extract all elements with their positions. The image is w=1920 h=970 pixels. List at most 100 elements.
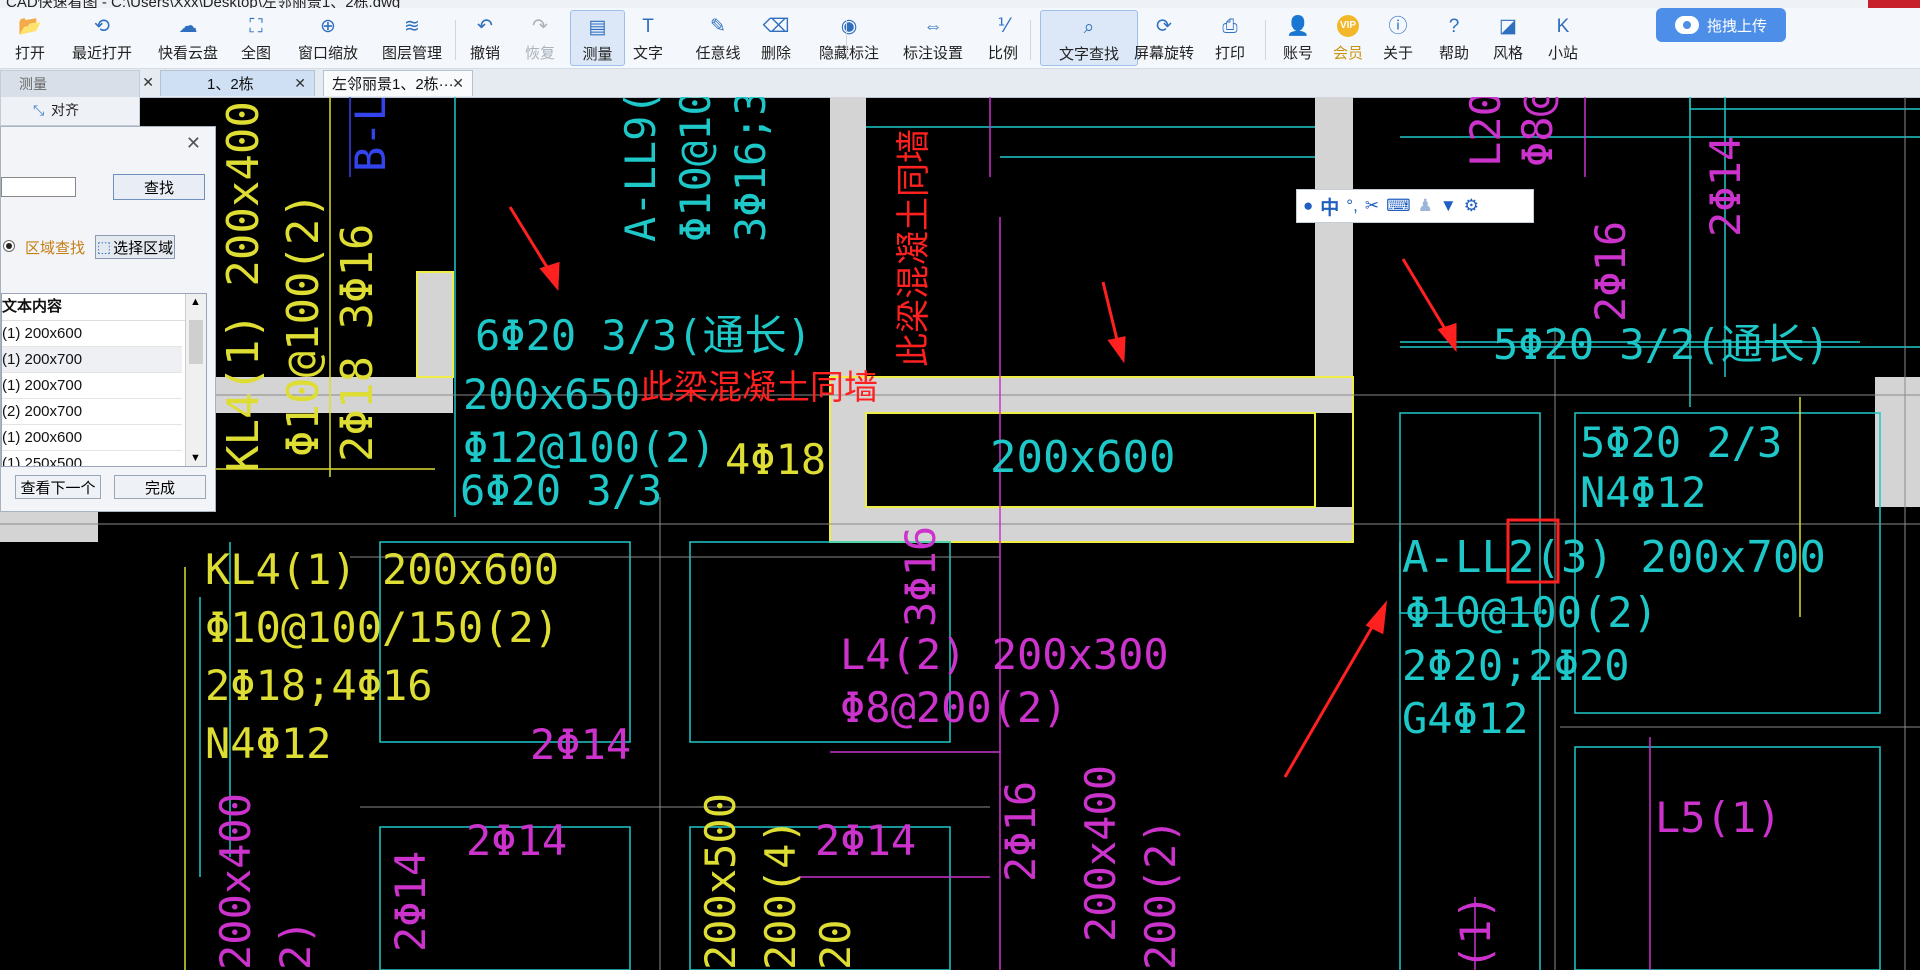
- list-item[interactable]: (1) 200x700: [2, 373, 182, 399]
- toolbar-button-label: 图层管理: [381, 45, 442, 62]
- label-3phi16-v: 3Φ16: [896, 526, 945, 627]
- label-b-20: 20: [811, 919, 860, 970]
- toolbar-button-layers[interactable]: ≋ 图层管理: [376, 10, 448, 66]
- toolbar-button-rotate-screen[interactable]: ⟳ 屏幕旋转: [1128, 10, 1200, 66]
- window-close-button[interactable]: [1868, 0, 1920, 8]
- scroll-down-icon[interactable]: ▼: [190, 452, 201, 464]
- toolbar-button-style[interactable]: ◪ 风格: [1488, 10, 1528, 66]
- toolbar-button-label: 最近打开: [71, 45, 132, 62]
- shirt-icon[interactable]: ▼: [1440, 196, 1457, 216]
- label-rt-phi8: Φ8@: [1513, 97, 1562, 167]
- close-icon[interactable]: ✕: [294, 75, 306, 92]
- close-icon[interactable]: ✕: [142, 74, 154, 91]
- toolbar-button-eraser[interactable]: ⌫ 删除: [756, 10, 796, 66]
- label-5phi20: 5Φ20 2/3: [1580, 418, 1782, 467]
- toolbar-button-label: 全图: [240, 45, 271, 62]
- area-find-radio[interactable]: [3, 240, 15, 252]
- tab-prev-close[interactable]: ✕: [140, 70, 156, 96]
- search-results-list: 文本内容 (1) 200x600 (1) 200x700 (1) 200x700…: [1, 293, 207, 467]
- list-item[interactable]: (1) 250x500: [2, 451, 182, 466]
- list-item[interactable]: (2) 200x700: [2, 399, 182, 425]
- list-item[interactable]: (1) 200x700: [2, 347, 182, 373]
- toolbar-separator: [846, 20, 847, 60]
- label-bl-200x400: 200x400: [211, 793, 260, 970]
- toolbar-button-printer[interactable]: ⎙ 打印: [1210, 10, 1250, 66]
- toolbar-button-info[interactable]: ⓘ 关于: [1378, 10, 1418, 66]
- toolbar-button-label: 小站: [1547, 45, 1578, 62]
- drawing-canvas[interactable]: KL4(1) 200x400 Φ10@100(2) 2Φ18 3Φ16 KL4(…: [0, 97, 1920, 970]
- scroll-up-icon[interactable]: ▲: [190, 296, 201, 308]
- next-result-button[interactable]: 查看下一个: [15, 475, 101, 499]
- text-search-icon: ⌕: [1083, 16, 1095, 38]
- history-icon: ⟲: [94, 15, 110, 37]
- measure-icon: ▤: [588, 16, 607, 38]
- label-all2-stirrup: Φ10@100(2): [1405, 588, 1658, 637]
- user-icon[interactable]: ●: [1303, 196, 1313, 216]
- punctuation-icon[interactable]: °,: [1346, 196, 1358, 216]
- close-icon[interactable]: ✕: [186, 133, 201, 154]
- toolbar-button-vip[interactable]: VIP 会员: [1328, 10, 1368, 66]
- label-kl4-mid-n: N4Φ12: [205, 719, 331, 768]
- layers-icon: ≋: [404, 15, 420, 37]
- toolbar-button-annotation-settings[interactable]: ⇔ 标注设置: [897, 10, 969, 66]
- toolbar-button-folder-open[interactable]: 📂 打开: [10, 10, 50, 66]
- toolbar-button-zoom-window[interactable]: ⊕ 窗口缩放: [292, 10, 364, 66]
- toolbar-button-k-logo[interactable]: K 小站: [1543, 10, 1583, 66]
- toolbar-button-redo[interactable]: ↷ 恢复: [520, 10, 560, 66]
- toolbar-button-undo[interactable]: ↶ 撤销: [465, 10, 505, 66]
- toolbar-button-text[interactable]: T 文字: [628, 10, 668, 66]
- scroll-thumb[interactable]: [189, 320, 203, 364]
- drag-upload-button[interactable]: 拖拽上传: [1656, 8, 1786, 42]
- toolbar-separator: [455, 20, 456, 60]
- ime-mode-label[interactable]: 中: [1320, 193, 1339, 220]
- scale-icon: ⅟: [997, 15, 1009, 37]
- toolbar-button-label: 风格: [1492, 45, 1523, 62]
- toolbar-button-pen[interactable]: ✎ 任意线: [688, 10, 748, 66]
- keyboard-icon[interactable]: ⌨: [1386, 196, 1411, 216]
- list-item[interactable]: (1) 200x600: [2, 321, 182, 347]
- toolbar-button-fullscreen[interactable]: ⛶ 全图: [236, 10, 276, 66]
- cad-drawing: KL4(1) 200x400 Φ10@100(2) 2Φ18 3Φ16 KL4(…: [0, 97, 1920, 970]
- toolbar-button-text-search[interactable]: ⌕ 文字查找: [1040, 10, 1138, 66]
- toolbar-button-label: 打开: [14, 45, 45, 62]
- search-input[interactable]: [1, 177, 76, 197]
- toolbar-button-label: 屏幕旋转: [1133, 45, 1194, 62]
- label-beam-top: 6Φ20 3/3(通长): [475, 311, 812, 360]
- select-area-button[interactable]: ⬚ 选择区域: [95, 235, 175, 259]
- tab-12-building[interactable]: 1、2栋 ✕: [160, 70, 315, 96]
- label-l4: L4(2) 200x300: [840, 630, 1169, 679]
- toolbar-button-help[interactable]: ? 帮助: [1434, 10, 1474, 66]
- vip-icon: VIP: [1335, 13, 1361, 39]
- toolbar-button-user[interactable]: 👤 账号: [1278, 10, 1318, 66]
- toolbar-button-label: 账号: [1282, 45, 1313, 62]
- label-b-ll: B-LL: [346, 97, 395, 172]
- list-item[interactable]: (1) 200x600: [2, 425, 182, 451]
- toolbar-button-label: 删除: [760, 45, 791, 62]
- k-logo-icon: K: [1556, 15, 1570, 37]
- info-icon: ⓘ: [1388, 15, 1408, 37]
- tab-zuolin-lijing[interactable]: 左邻丽景1、2栋··· ✕: [323, 70, 473, 96]
- toolbar-button-cloud[interactable]: ☁ 快看云盘: [152, 10, 224, 66]
- upload-label: 拖拽上传: [1706, 17, 1767, 35]
- scissors-icon[interactable]: ✂: [1365, 196, 1379, 216]
- list-scrollbar[interactable]: ▲ ▼: [185, 294, 206, 466]
- select-area-label: 选择区域: [113, 239, 174, 257]
- toolbar-button-scale[interactable]: ⅟ 比例: [983, 10, 1023, 66]
- align-button[interactable]: 对齐: [1, 97, 139, 123]
- label-2phi14-v: 2Φ14: [386, 851, 435, 952]
- close-icon[interactable]: ✕: [452, 75, 464, 92]
- toolbar-button-label: 关于: [1382, 45, 1413, 62]
- rotate-screen-icon: ⟳: [1156, 15, 1172, 37]
- label-rt-l20: L20(: [1461, 97, 1510, 167]
- toolbar-button-eye-off[interactable]: ◉ 隐藏标注: [813, 10, 885, 66]
- window-title-bar: CAD快速看图 - C:\Users\Xxx\Desktop\左邻丽景1、2栋.…: [0, 0, 1920, 8]
- gear-icon[interactable]: ⚙: [1464, 196, 1479, 216]
- person-icon[interactable]: ♟: [1418, 196, 1433, 216]
- toolbar-button-measure[interactable]: ▤ 测量: [570, 10, 625, 66]
- label-b-200x500: 200x500: [696, 793, 745, 970]
- done-button[interactable]: 完成: [114, 475, 206, 499]
- annotation-settings-icon: ⇔: [923, 15, 943, 37]
- main-toolbar: 📂 打开 ⟲ 最近打开 ☁ 快看云盘 ⛶ 全图 ⊕ 窗口缩放 ≋ 图层管理 ↶ 撤销 ↷ 恢复 ▤ 测量 T 文字 ✎ 任…: [0, 8, 1920, 69]
- find-button[interactable]: 查找: [113, 174, 205, 200]
- toolbar-button-history[interactable]: ⟲ 最近打开: [66, 10, 138, 66]
